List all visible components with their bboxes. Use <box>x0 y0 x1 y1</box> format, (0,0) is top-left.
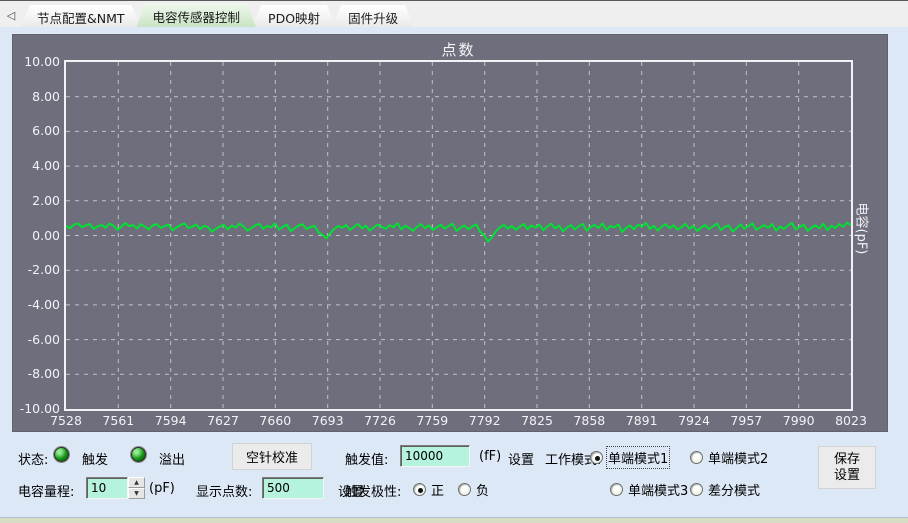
radio-label: 差分模式 <box>708 480 760 499</box>
x-tick-label: 7660 <box>253 413 297 428</box>
tab-node-config-nmt[interactable]: 节点配置&NMT <box>21 5 141 27</box>
spin-down-button[interactable]: ▼ <box>128 488 145 499</box>
trigger-led-icon <box>54 447 69 462</box>
tab-capacitive-sensor-control[interactable]: 电容传感器控制 <box>137 3 257 27</box>
y-tick-label: 8.00 <box>17 89 60 104</box>
polarity-label: 触发极性: <box>345 481 401 500</box>
display-points-label: 显示点数: <box>196 481 252 500</box>
tab-bar: ◁ 节点配置&NMT 电容传感器控制 PDO映射 固件升级 <box>0 0 908 27</box>
tab-pdo-mapping[interactable]: PDO映射 <box>252 5 336 27</box>
radio-label: 负 <box>476 480 489 499</box>
cap-range-input[interactable] <box>86 477 128 499</box>
radio-polarity-positive[interactable]: 正 <box>413 480 444 499</box>
probe-calibration-button[interactable]: 空针校准 <box>232 443 312 470</box>
cap-range-label: 电容量程: <box>18 481 74 500</box>
y-tick-label: 0.00 <box>17 228 60 243</box>
trigger-value-label: 触发值: <box>345 449 388 468</box>
radio-icon <box>690 483 703 496</box>
x-tick-label: 7726 <box>358 413 402 428</box>
y-tick-label: -4.00 <box>17 297 60 312</box>
window-bottom-edge <box>0 517 908 523</box>
x-tick-label: 7759 <box>410 413 454 428</box>
plot-area <box>64 60 853 411</box>
x-tick-label: 7957 <box>724 413 768 428</box>
y-tick-label: -8.00 <box>17 366 60 381</box>
x-tick-label: 7825 <box>515 413 559 428</box>
y-tick-label: 6.00 <box>17 123 60 138</box>
radio-label: 单端模式3 <box>628 480 688 499</box>
x-tick-label: 7693 <box>306 413 350 428</box>
radio-work-mode-3[interactable]: 单端模式3 <box>610 480 688 499</box>
radio-label: 单端模式2 <box>708 448 768 467</box>
radio-icon <box>610 483 623 496</box>
x-tick-label: 7528 <box>44 413 88 428</box>
radio-work-mode-1[interactable]: 单端模式1 <box>590 448 668 467</box>
overflow-led-label: 溢出 <box>159 449 185 468</box>
radio-selected-icon <box>413 483 426 496</box>
tab-scroll-left-icon[interactable]: ◁ <box>3 7 19 25</box>
radio-icon <box>458 483 471 496</box>
chart-title: 点数 <box>64 39 853 60</box>
save-button-line1: 保存 <box>834 452 860 468</box>
radio-selected-icon <box>590 451 603 464</box>
trigger-value-input[interactable] <box>400 445 470 467</box>
status-label: 状态: <box>18 449 48 468</box>
x-tick-label: 7891 <box>620 413 664 428</box>
x-tick-label: 7594 <box>149 413 193 428</box>
spin-up-button[interactable]: ▲ <box>128 477 145 488</box>
tab-firmware-upgrade[interactable]: 固件升级 <box>332 5 414 27</box>
y-tick-label: -6.00 <box>17 332 60 347</box>
cap-range-spinner: ▲ ▼ <box>128 477 145 499</box>
x-tick-label: 7924 <box>672 413 716 428</box>
chart-panel: 点数 10.00 8.00 6.00 4.00 2.00 0.00 -2.00 -4.00 -6… <box>12 34 888 432</box>
y-tick-label: 4.00 <box>17 158 60 173</box>
control-bar: 状态: 触发 溢出 空针校准 触发值: (fF) 设置 工作模式: 单端模式1 … <box>0 432 908 517</box>
x-tick-label: 7990 <box>777 413 821 428</box>
trigger-unit-label: (fF) <box>479 449 501 464</box>
trigger-led-label: 触发 <box>82 449 108 468</box>
radio-label: 正 <box>431 480 444 499</box>
radio-work-mode-4[interactable]: 差分模式 <box>690 480 760 499</box>
radio-work-mode-2[interactable]: 单端模式2 <box>690 448 768 467</box>
y-tick-label: 2.00 <box>17 193 60 208</box>
y-axis-title: 电容(pF) <box>854 203 873 223</box>
y-tick-label: 10.00 <box>17 54 60 69</box>
radio-polarity-negative[interactable]: 负 <box>458 480 489 499</box>
x-tick-label: 7858 <box>567 413 611 428</box>
cap-range-unit-label: (pF) <box>149 481 175 496</box>
display-points-input[interactable] <box>262 477 324 499</box>
overflow-led-icon <box>131 447 146 462</box>
x-tick-label: 7561 <box>96 413 140 428</box>
y-tick-label: -2.00 <box>17 262 60 277</box>
x-tick-label: 8023 <box>829 413 873 428</box>
radio-label: 单端模式1 <box>608 448 668 467</box>
x-tick-label: 7627 <box>201 413 245 428</box>
radio-icon <box>690 451 703 464</box>
save-button-line2: 设置 <box>834 468 860 484</box>
signal-trace-chart <box>66 62 851 409</box>
x-tick-label: 7792 <box>463 413 507 428</box>
save-settings-button[interactable]: 保存 设置 <box>818 446 876 489</box>
trigger-set-button[interactable]: 设置 <box>508 449 534 468</box>
